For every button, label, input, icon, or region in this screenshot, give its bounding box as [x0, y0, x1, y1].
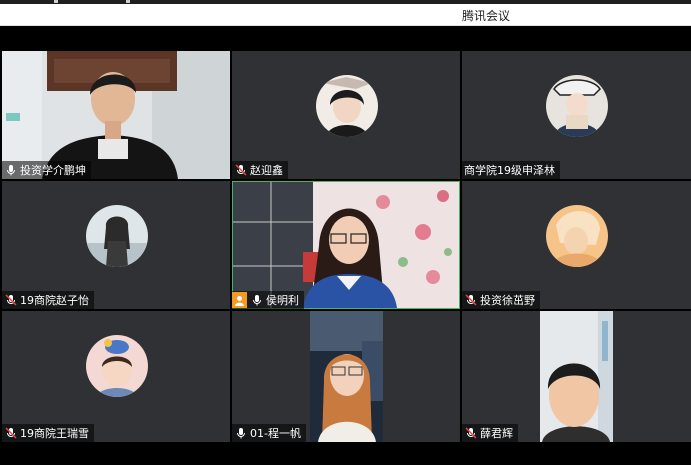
- microphone-muted-icon[interactable]: [465, 427, 477, 439]
- participant-tile[interactable]: 薛君辉: [462, 311, 691, 442]
- participant-avatar: [86, 205, 148, 267]
- participant-name-bar: 01-程一帆: [232, 424, 306, 442]
- participant-name-bar: 商学院19级申泽林: [462, 161, 560, 179]
- participant-name-bar: 19商院赵子怡: [2, 291, 94, 309]
- participant-name: 赵迎鑫: [250, 164, 283, 177]
- participant-tile-active-speaker[interactable]: 侯明利: [232, 181, 460, 309]
- participant-avatar: [316, 75, 378, 137]
- microphone-icon[interactable]: [5, 164, 17, 176]
- participant-name-bar: 投资徐茁野: [462, 291, 540, 309]
- meeting-top-bar: [0, 26, 691, 51]
- participant-avatar: [86, 335, 148, 397]
- host-badge-icon: [232, 292, 247, 308]
- title-bar: 腾讯会议: [0, 4, 691, 26]
- participant-tile[interactable]: 投资徐茁野: [462, 181, 691, 309]
- microphone-muted-icon[interactable]: [465, 294, 477, 306]
- participant-video: [540, 311, 613, 442]
- participant-name: 19商院王瑞雪: [20, 427, 89, 440]
- participant-avatar: [546, 205, 608, 267]
- participant-name: 薛君辉: [480, 427, 513, 440]
- participant-name: 投资学介鹏坤: [20, 164, 86, 177]
- microphone-muted-icon[interactable]: [5, 427, 17, 439]
- window-title: 腾讯会议: [462, 9, 511, 23]
- participant-tile[interactable]: 19商院王瑞雪: [2, 311, 230, 442]
- microphone-muted-icon[interactable]: [235, 164, 247, 176]
- participant-tile[interactable]: 01-程一帆: [232, 311, 460, 442]
- participant-name-bar: 投资学介鹏坤: [2, 161, 91, 179]
- titlebar-control-dot[interactable]: [54, 0, 58, 3]
- participant-name: 19商院赵子怡: [20, 294, 89, 307]
- participant-video: [2, 51, 230, 179]
- participant-avatar: [546, 75, 608, 137]
- titlebar-control-dot[interactable]: [126, 0, 130, 3]
- microphone-icon[interactable]: [235, 427, 247, 439]
- participant-tile[interactable]: 投资学介鹏坤: [2, 51, 230, 179]
- participant-name-bar: 19商院王瑞雪: [2, 424, 94, 442]
- participant-name: 01-程一帆: [250, 427, 301, 440]
- microphone-muted-icon[interactable]: [5, 294, 17, 306]
- participant-tile[interactable]: 赵迎鑫: [232, 51, 460, 179]
- participant-video: [310, 311, 383, 442]
- participant-name-bar: 薛君辉: [462, 424, 518, 442]
- microphone-icon[interactable]: [251, 294, 263, 306]
- participant-video: [233, 182, 459, 308]
- participant-name: 商学院19级申泽林: [464, 164, 555, 177]
- participant-grid: 投资学介鹏坤 赵迎鑫 商学院19级申泽林 19商院赵子怡 侯明利 投资徐茁野 1…: [0, 51, 691, 442]
- participant-name-bar: 侯明利: [232, 291, 304, 309]
- participant-tile[interactable]: 19商院赵子怡: [2, 181, 230, 309]
- participant-tile[interactable]: 商学院19级申泽林: [462, 51, 691, 179]
- participant-name: 侯明利: [266, 294, 299, 307]
- participant-name-bar: 赵迎鑫: [232, 161, 288, 179]
- participant-name: 投资徐茁野: [480, 294, 535, 307]
- meeting-bottom-bar: [0, 442, 691, 465]
